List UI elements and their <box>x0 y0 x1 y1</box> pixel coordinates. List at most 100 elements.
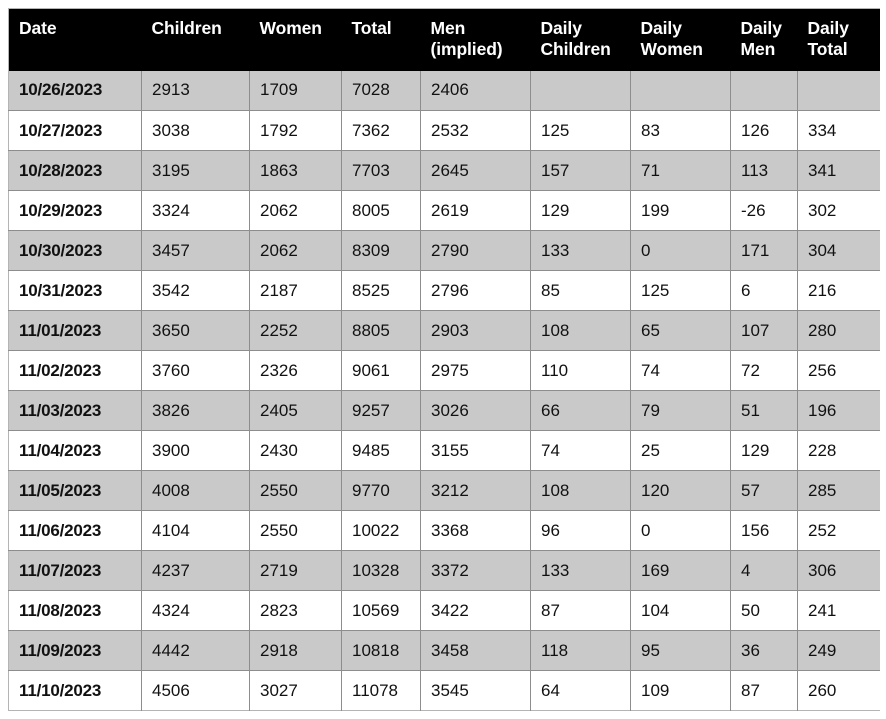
cell-total: 9770 <box>341 470 421 512</box>
cell-total: 7362 <box>341 110 421 152</box>
cell-men-implied: 3372 <box>420 550 531 592</box>
table-body: 10/26/2023 2913 1709 7028 2406 10/27/2023 3038… <box>8 70 880 711</box>
cell-total: 10818 <box>341 630 421 672</box>
cell-daily-total: 249 <box>797 630 880 672</box>
cell-daily-children: 118 <box>530 630 631 672</box>
cell-daily-children: 66 <box>530 390 631 432</box>
cell-daily-women: 120 <box>630 470 731 512</box>
cell-women: 2187 <box>249 270 342 312</box>
table-row: 11/04/2023 3900 2430 9485 3155 74 25 129 228 <box>8 430 880 472</box>
cell-men-implied: 2975 <box>420 350 531 392</box>
column-header-daily-women[interactable]: Daily Women <box>630 8 731 71</box>
column-header-children[interactable]: Children <box>141 8 250 71</box>
cell-daily-children: 157 <box>530 150 631 192</box>
cell-date: 10/26/2023 <box>8 70 142 112</box>
cell-total: 9485 <box>341 430 421 472</box>
cell-daily-children: 125 <box>530 110 631 152</box>
cell-men-implied: 2790 <box>420 230 531 272</box>
table-row: 11/08/2023 4324 2823 10569 3422 87 104 50 241 <box>8 590 880 632</box>
cell-date: 10/30/2023 <box>8 230 142 272</box>
table-row: 11/06/2023 4104 2550 10022 3368 96 0 156 252 <box>8 510 880 552</box>
cell-daily-children: 133 <box>530 230 631 272</box>
cell-daily-total: 302 <box>797 190 880 232</box>
column-header-men-implied[interactable]: Men (implied) <box>420 8 531 71</box>
table-row: 11/03/2023 3826 2405 9257 3026 66 79 51 196 <box>8 390 880 432</box>
cell-daily-men: 171 <box>730 230 798 272</box>
cell-children: 3457 <box>141 230 250 272</box>
cell-daily-men: 156 <box>730 510 798 552</box>
cell-men-implied: 2645 <box>420 150 531 192</box>
header-row: Date Children Women Total Men (implied) Daily… <box>8 8 880 71</box>
cell-daily-children: 108 <box>530 470 631 512</box>
cell-women: 2062 <box>249 230 342 272</box>
cell-daily-men: -26 <box>730 190 798 232</box>
cell-children: 4324 <box>141 590 250 632</box>
cell-daily-total: 304 <box>797 230 880 272</box>
cell-total: 7028 <box>341 70 421 112</box>
cell-children: 4104 <box>141 510 250 552</box>
cell-children: 4442 <box>141 630 250 672</box>
cell-daily-total: 228 <box>797 430 880 472</box>
column-header-daily-men[interactable]: Daily Men <box>730 8 798 71</box>
cell-date: 11/04/2023 <box>8 430 142 472</box>
cell-daily-men: 129 <box>730 430 798 472</box>
cell-daily-total: 280 <box>797 310 880 352</box>
table-row: 11/07/2023 4237 2719 10328 3372 133 169 4 306 <box>8 550 880 592</box>
column-header-women[interactable]: Women <box>249 8 342 71</box>
cell-daily-men: 36 <box>730 630 798 672</box>
column-header-daily-children[interactable]: Daily Children <box>530 8 631 71</box>
cell-daily-men: 72 <box>730 350 798 392</box>
cell-total: 9061 <box>341 350 421 392</box>
cell-children: 4506 <box>141 670 250 711</box>
cell-men-implied: 3026 <box>420 390 531 432</box>
cell-daily-children: 110 <box>530 350 631 392</box>
table-row: 10/30/2023 3457 2062 8309 2790 133 0 171 304 <box>8 230 880 272</box>
cell-daily-men: 126 <box>730 110 798 152</box>
column-header-date[interactable]: Date <box>8 8 142 71</box>
cell-children: 3542 <box>141 270 250 312</box>
cell-date: 11/05/2023 <box>8 470 142 512</box>
cell-women: 2430 <box>249 430 342 472</box>
cell-children: 4008 <box>141 470 250 512</box>
cell-children: 3324 <box>141 190 250 232</box>
cell-men-implied: 3545 <box>420 670 531 711</box>
data-table-container: Date Children Women Total Men (implied) Daily… <box>8 8 880 712</box>
cell-date: 11/02/2023 <box>8 350 142 392</box>
cell-daily-total: 241 <box>797 590 880 632</box>
cell-children: 3900 <box>141 430 250 472</box>
column-header-total[interactable]: Total <box>341 8 421 71</box>
cell-daily-women: 79 <box>630 390 731 432</box>
cell-total: 11078 <box>341 670 421 711</box>
cell-women: 1863 <box>249 150 342 192</box>
cell-daily-women: 104 <box>630 590 731 632</box>
cell-daily-children: 85 <box>530 270 631 312</box>
cell-daily-total <box>797 70 880 112</box>
cell-date: 11/09/2023 <box>8 630 142 672</box>
cell-men-implied: 2796 <box>420 270 531 312</box>
cell-women: 2823 <box>249 590 342 632</box>
cell-date: 11/10/2023 <box>8 670 142 711</box>
cell-daily-women: 25 <box>630 430 731 472</box>
table-row: 10/29/2023 3324 2062 8005 2619 129 199 -26 302 <box>8 190 880 232</box>
cell-daily-men: 57 <box>730 470 798 512</box>
cell-daily-children: 74 <box>530 430 631 472</box>
cell-men-implied: 2532 <box>420 110 531 152</box>
cell-daily-women: 169 <box>630 550 731 592</box>
cell-daily-men: 50 <box>730 590 798 632</box>
cell-daily-total: 341 <box>797 150 880 192</box>
cell-date: 11/01/2023 <box>8 310 142 352</box>
cell-women: 2062 <box>249 190 342 232</box>
cell-daily-women: 71 <box>630 150 731 192</box>
cell-date: 10/29/2023 <box>8 190 142 232</box>
cell-daily-children: 64 <box>530 670 631 711</box>
cell-women: 2326 <box>249 350 342 392</box>
table-row: 11/01/2023 3650 2252 8805 2903 108 65 107 280 <box>8 310 880 352</box>
cell-women: 2550 <box>249 470 342 512</box>
cell-daily-children: 87 <box>530 590 631 632</box>
cell-daily-total: 196 <box>797 390 880 432</box>
cell-daily-women: 125 <box>630 270 731 312</box>
cell-daily-women: 95 <box>630 630 731 672</box>
cell-total: 10569 <box>341 590 421 632</box>
cell-daily-total: 260 <box>797 670 880 711</box>
column-header-daily-total[interactable]: Daily Total <box>797 8 880 71</box>
